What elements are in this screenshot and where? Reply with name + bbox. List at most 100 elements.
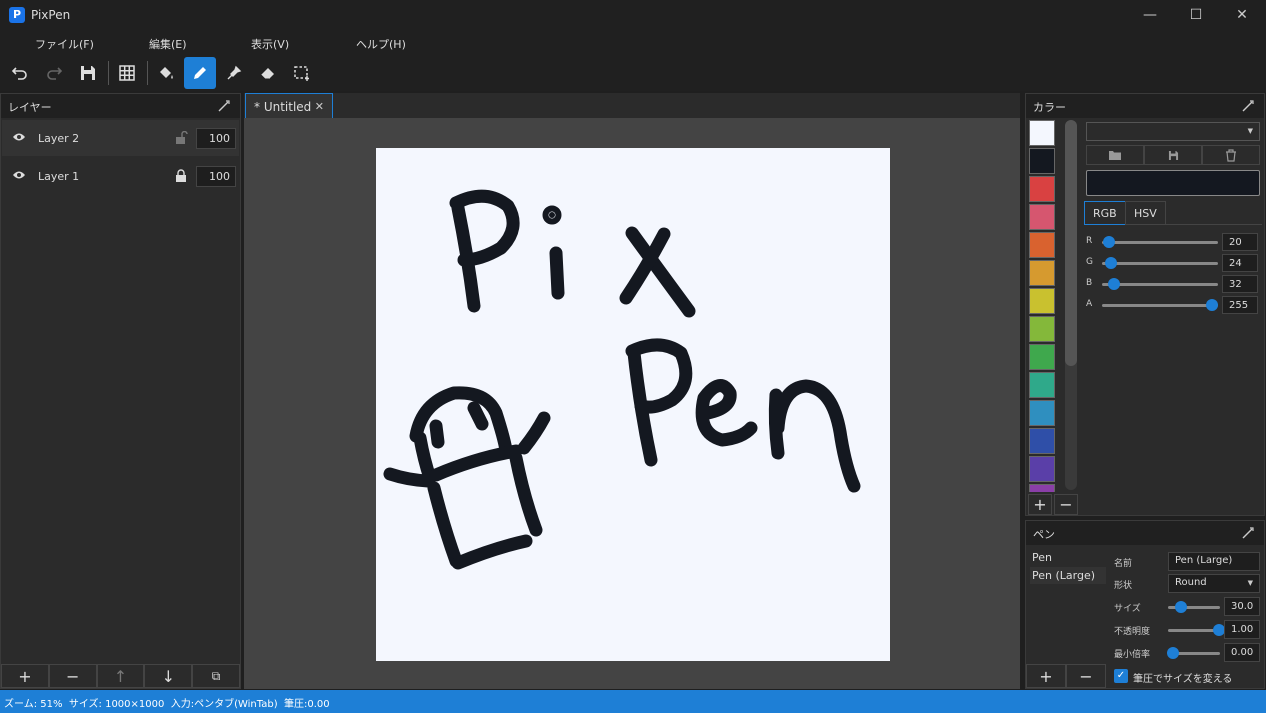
slider-track: [1102, 304, 1218, 307]
menu-edit[interactable]: 編集(E): [149, 36, 187, 52]
pen-opacity-value[interactable]: 1.00: [1224, 620, 1260, 639]
color-swatch[interactable]: [1029, 176, 1055, 202]
tab-hsv[interactable]: HSV: [1125, 201, 1166, 225]
delete-palette-button[interactable]: [1202, 145, 1260, 165]
app-logo-icon: P: [9, 7, 25, 23]
eraser-button[interactable]: [252, 57, 284, 89]
slider-b[interactable]: B 32: [1086, 275, 1262, 293]
color-swatch[interactable]: [1029, 120, 1055, 146]
status-text: ズーム: 51% サイズ: 1000×1000 入力:ペンタブ(WinTab) …: [4, 699, 330, 710]
eyedropper-button[interactable]: [218, 57, 250, 89]
slider-label: R: [1086, 236, 1093, 246]
menu-help[interactable]: ヘルプ(H): [356, 36, 406, 52]
move-layer-up-button[interactable]: ↑: [96, 664, 145, 688]
slider-value[interactable]: 255: [1222, 296, 1258, 314]
slider-value[interactable]: 32: [1222, 275, 1258, 293]
slider-label: B: [1086, 278, 1093, 288]
pen-shape-label: 形状: [1114, 581, 1133, 591]
slider-value[interactable]: 24: [1222, 254, 1258, 272]
fill-button[interactable]: [150, 57, 182, 89]
slider-r[interactable]: R 20: [1086, 233, 1262, 251]
pen-actions: + −: [1026, 664, 1106, 688]
pen-name-field[interactable]: Pen (Large): [1168, 552, 1260, 571]
pen-size-value[interactable]: 30.0: [1224, 597, 1260, 616]
palette-actions: [1086, 145, 1260, 165]
pen-opacity-row: 不透明度 1.00: [1114, 620, 1262, 640]
eye-icon[interactable]: [12, 132, 26, 142]
layer-row[interactable]: Layer 2 100: [2, 120, 239, 156]
color-swatch[interactable]: [1029, 344, 1055, 370]
current-color-preview[interactable]: [1086, 170, 1260, 196]
color-swatch[interactable]: [1029, 204, 1055, 230]
pen-minscale-value[interactable]: 0.00: [1224, 643, 1260, 662]
redo-button[interactable]: [38, 57, 70, 89]
pen-button[interactable]: [184, 57, 216, 89]
color-swatch[interactable]: [1029, 148, 1055, 174]
undo-button[interactable]: [4, 57, 36, 89]
tab-untitled[interactable]: * Untitled ✕: [245, 93, 333, 118]
close-button[interactable]: ✕: [1219, 0, 1265, 31]
eye-icon[interactable]: [12, 170, 26, 180]
trash-icon: [1226, 148, 1236, 162]
menu-file[interactable]: ファイル(F): [35, 36, 94, 52]
slider-knob[interactable]: [1105, 257, 1117, 269]
color-swatch[interactable]: [1029, 456, 1055, 482]
save-palette-button[interactable]: [1144, 145, 1202, 165]
edit-icon[interactable]: [216, 98, 232, 114]
open-palette-button[interactable]: [1086, 145, 1144, 165]
color-swatch[interactable]: [1029, 232, 1055, 258]
add-pen-button[interactable]: +: [1026, 664, 1066, 688]
layer-opacity-field[interactable]: 100: [196, 166, 236, 187]
pen-minscale-slider[interactable]: [1167, 647, 1179, 659]
slider-value[interactable]: 20: [1222, 233, 1258, 251]
layer-row[interactable]: Layer 1 100: [2, 158, 239, 194]
maximize-button[interactable]: ☐: [1173, 0, 1219, 31]
selection-button[interactable]: [286, 57, 318, 89]
lock-icon[interactable]: [174, 169, 188, 182]
edit-icon[interactable]: [1240, 98, 1256, 114]
pen-opacity-label: 不透明度: [1114, 627, 1151, 637]
remove-layer-button[interactable]: −: [48, 664, 97, 688]
color-swatch[interactable]: [1029, 400, 1055, 426]
edit-icon[interactable]: [1240, 525, 1256, 541]
pressure-size-checkbox[interactable]: ✓: [1114, 669, 1128, 683]
color-swatch[interactable]: [1029, 316, 1055, 342]
swatch-scrollbar[interactable]: [1065, 120, 1077, 366]
move-layer-down-button[interactable]: ↓: [144, 664, 193, 688]
add-swatch-button[interactable]: +: [1028, 494, 1052, 515]
unlock-icon[interactable]: [174, 131, 188, 144]
slider-knob[interactable]: [1206, 299, 1218, 311]
color-swatch[interactable]: [1029, 372, 1055, 398]
slider-knob[interactable]: [1103, 236, 1115, 248]
add-layer-button[interactable]: +: [1, 664, 49, 688]
color-swatch[interactable]: [1029, 260, 1055, 286]
duplicate-layer-button[interactable]: ⧉: [192, 664, 240, 688]
layers-actions: + − ↑ ↓ ⧉: [1, 664, 240, 688]
slider-track: [1102, 241, 1218, 244]
close-tab-icon[interactable]: ✕: [315, 100, 324, 113]
remove-swatch-button[interactable]: −: [1054, 494, 1078, 515]
slider-g[interactable]: G 24: [1086, 254, 1262, 272]
palette-select[interactable]: ▼: [1086, 122, 1260, 141]
pen-shape-select[interactable]: Round ▼: [1168, 574, 1260, 593]
layer-opacity-field[interactable]: 100: [196, 128, 236, 149]
tab-rgb[interactable]: RGB: [1084, 201, 1126, 225]
slider-knob[interactable]: [1108, 278, 1120, 290]
layers-panel: レイヤー Layer 2 100 Layer 1 100 + − ↑ ↓ ⧉: [0, 93, 241, 689]
pen-item[interactable]: Pen: [1030, 549, 1106, 566]
slider-a[interactable]: A 255: [1086, 296, 1262, 314]
color-swatch[interactable]: [1029, 428, 1055, 454]
pen-size-slider[interactable]: [1175, 601, 1187, 613]
grid-button[interactable]: [111, 57, 143, 89]
layer-name: Layer 1: [38, 170, 80, 183]
color-swatch[interactable]: [1029, 288, 1055, 314]
menu-view[interactable]: 表示(V): [251, 36, 289, 52]
pen-item-selected[interactable]: Pen (Large): [1030, 567, 1106, 584]
save-button[interactable]: [72, 57, 104, 89]
pen-size-row: サイズ 30.0: [1114, 597, 1262, 617]
color-swatch[interactable]: [1029, 484, 1055, 492]
selection-icon: [294, 66, 309, 81]
drawing-canvas[interactable]: [376, 148, 890, 661]
minimize-button[interactable]: —: [1127, 0, 1173, 31]
remove-pen-button[interactable]: −: [1066, 664, 1106, 688]
